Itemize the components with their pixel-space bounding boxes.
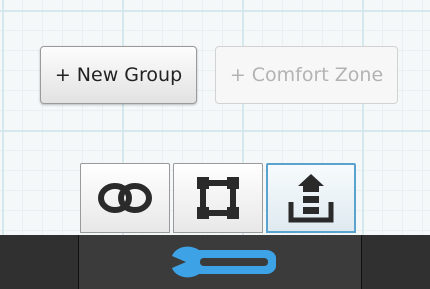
square-nodes-icon <box>197 177 239 219</box>
tools-button[interactable] <box>78 235 362 289</box>
new-group-button[interactable]: + New Group <box>40 46 197 104</box>
wrench-icon <box>172 246 276 278</box>
stack-upload-icon <box>288 174 334 223</box>
mode-toolbar <box>80 163 359 233</box>
layers-mode-button[interactable] <box>266 163 356 233</box>
bottom-toolbar <box>0 235 430 289</box>
link-mode-button[interactable] <box>80 163 170 233</box>
design-canvas[interactable]: + New Group + Comfort Zone <box>0 0 430 235</box>
linked-rings-icon <box>98 183 152 213</box>
region-mode-button[interactable] <box>173 163 263 233</box>
comfort-zone-button[interactable]: + Comfort Zone <box>215 46 398 104</box>
